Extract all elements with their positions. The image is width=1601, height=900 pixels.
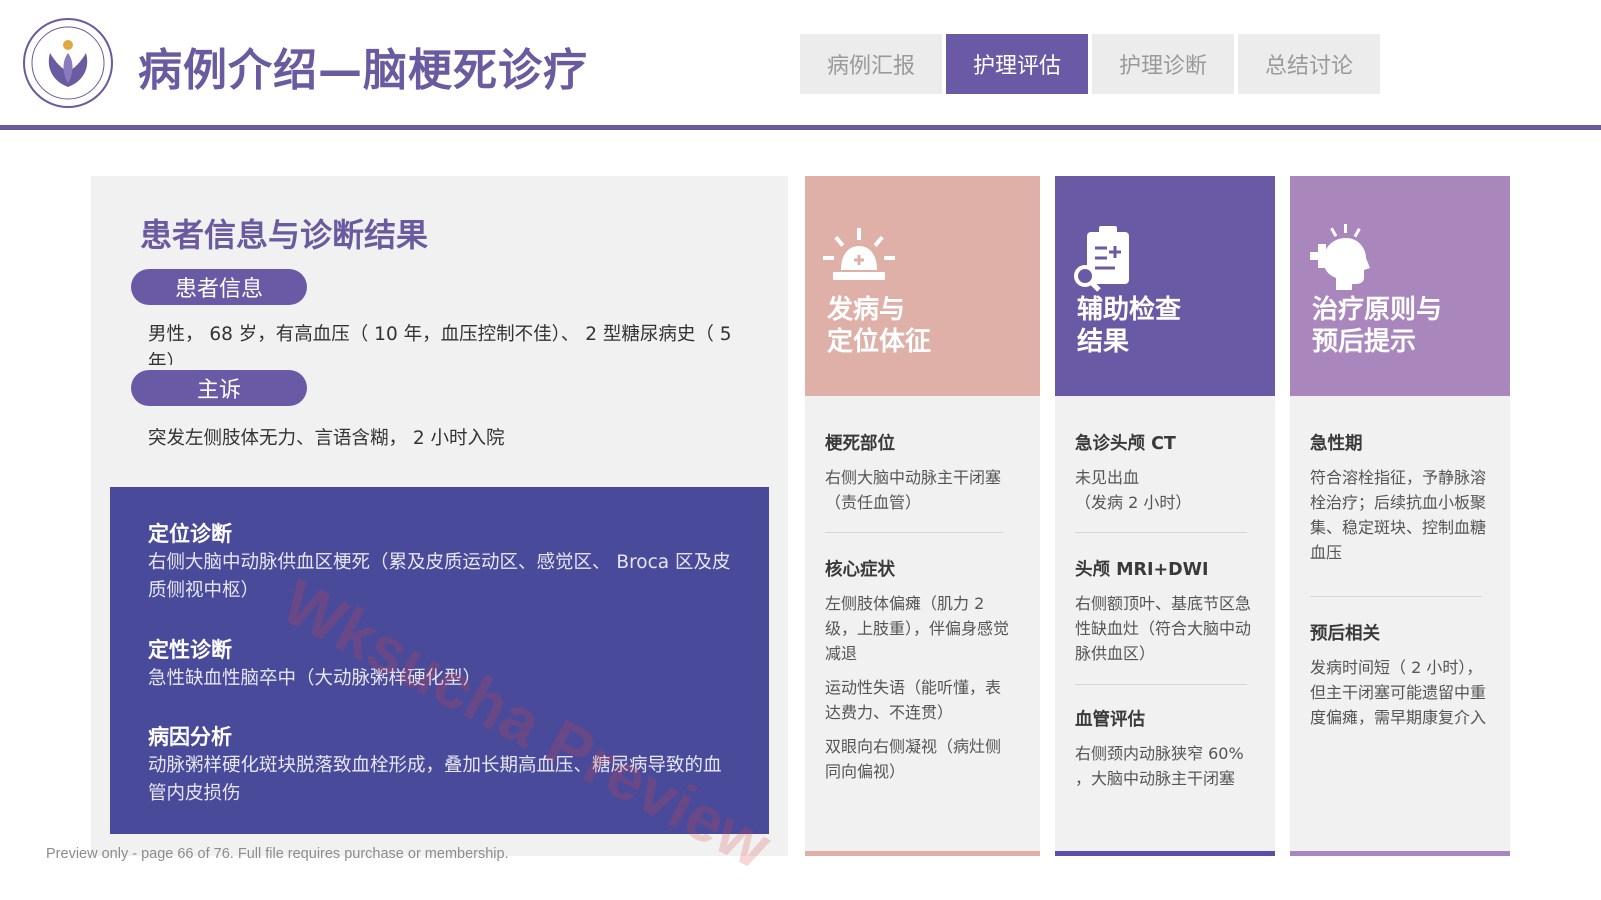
- section-text: 右侧颈内动脉狭窄 60% ，大脑中动脉主干闭塞: [1075, 744, 1244, 788]
- treatment-prognosis-column: 治疗原则与 预后提示 急性期 符合溶栓指征，予静脉溶栓治疗；后续抗血小板聚集、稳…: [1290, 176, 1510, 856]
- preview-footer-note: Preview only - page 66 of 76. Full file …: [46, 846, 509, 862]
- diagnosis-box: 定位诊断 右侧大脑中动脉供血区梗死（累及皮质运动区、感觉区、 Broca 区及皮…: [110, 487, 769, 834]
- section-text: 运动性失语（能听懂，表达费力、不连贯）: [825, 678, 1002, 722]
- section-title: 核心症状: [825, 560, 895, 580]
- diagnosis-title: 病因分析: [148, 725, 232, 749]
- section-divider: [1310, 596, 1482, 597]
- vascular-assessment-section: 血管评估 右侧颈内动脉狭窄 60% ，大脑中动脉主干闭塞: [1075, 708, 1257, 791]
- core-symptoms-section: 核心症状 左侧肢体偏瘫（肌力 2 级，上肢重），伴偏身感觉减退 运动性失语（能听…: [825, 558, 1013, 784]
- section-text: 右侧大脑中动脉主干闭塞（责任血管）: [825, 468, 1002, 512]
- section-text: 左侧肢体偏瘫（肌力 2 级，上肢重），伴偏身感觉减退: [825, 594, 1010, 663]
- section-title: 急性期: [1310, 434, 1363, 454]
- diagnosis-item-etiology: 病因分析 动脉粥样硬化斑块脱落致血栓形成，叠加长期高血压、糖尿病导致的血管内皮损…: [148, 722, 738, 808]
- diagnosis-text: 急性缺血性脑卒中（大动脉粥样硬化型）: [148, 668, 482, 689]
- diagnosis-text: 动脉粥样硬化斑块脱落致血栓形成，叠加长期高血压、糖尿病导致的血管内皮损伤: [148, 755, 722, 804]
- column-title: 发病与 定位体征: [827, 295, 932, 357]
- patient-section-title: 患者信息与诊断结果: [140, 216, 429, 254]
- patient-info-badge: 患者信息: [131, 269, 307, 305]
- tab-summary-discussion[interactable]: 总结讨论: [1238, 34, 1380, 94]
- diagnosis-text: 右侧大脑中动脉供血区梗死（累及皮质运动区、感觉区、 Broca 区及皮质侧视中枢…: [148, 552, 731, 601]
- section-text: 右侧额顶叶、基底节区急性缺血灶（符合大脑中动脉供血区）: [1075, 594, 1252, 663]
- diagnosis-item-nature: 定性诊断 急性缺血性脑卒中（大动脉粥样硬化型）: [148, 635, 738, 693]
- infarct-site-section: 梗死部位 右侧大脑中动脉主干闭塞（责任血管）: [825, 432, 1013, 515]
- ct-section: 急诊头颅 CT 未见出血 （发病 2 小时）: [1075, 432, 1257, 515]
- alarm-siren-icon: [821, 224, 897, 294]
- section-text: 符合溶栓指征，予静脉溶栓治疗；后续抗血小板聚集、稳定斑块、控制血糖血压: [1310, 468, 1487, 562]
- patient-info-text: 男性， 68 岁，有高血压（ 10 年，血压控制不佳）、 2 型糖尿病史（ 5 …: [148, 324, 732, 365]
- tab-nursing-assessment[interactable]: 护理评估: [946, 34, 1088, 94]
- diagnosis-title: 定位诊断: [148, 522, 232, 546]
- section-divider: [1075, 532, 1247, 533]
- section-title: 头颅 MRI+DWI: [1075, 560, 1209, 580]
- mri-section: 头颅 MRI+DWI 右侧额顶叶、基底节区急性缺血灶（符合大脑中动脉供血区）: [1075, 558, 1257, 666]
- patient-info-panel: 患者信息与诊断结果 患者信息 男性， 68 岁，有高血压（ 10 年，血压控制不…: [91, 176, 788, 856]
- page-title: 病例介绍—脑梗死诊疗: [138, 45, 588, 96]
- acute-phase-section: 急性期 符合溶栓指征，予静脉溶栓治疗；后续抗血小板聚集、稳定斑块、控制血糖血压: [1310, 432, 1492, 565]
- diagnosis-item-location: 定位诊断 右侧大脑中动脉供血区梗死（累及皮质运动区、感觉区、 Broca 区及皮…: [148, 519, 738, 605]
- column-bottom-bar: [1055, 851, 1275, 856]
- section-text: 未见出血 （发病 2 小时）: [1075, 468, 1192, 512]
- onset-signs-column: 发病与 定位体征 梗死部位 右侧大脑中动脉主干闭塞（责任血管） 核心症状 左侧肢…: [805, 176, 1040, 856]
- section-title: 血管评估: [1075, 710, 1145, 730]
- column-bottom-bar: [805, 851, 1040, 856]
- section-title: 梗死部位: [825, 434, 895, 454]
- section-text: 发病时间短（ 2 小时），但主干闭塞可能遗留中重度偏瘫，需早期康复介入: [1310, 658, 1487, 727]
- column-header: 治疗原则与 预后提示: [1290, 176, 1510, 396]
- head-medical-cross-icon: [1306, 224, 1382, 294]
- medical-clipboard-search-icon: [1071, 224, 1147, 294]
- column-title: 治疗原则与 预后提示: [1312, 295, 1443, 357]
- header-divider: [0, 125, 1601, 130]
- column-header: 辅助检查 结果: [1055, 176, 1275, 396]
- auxiliary-exam-column: 辅助检查 结果 急诊头颅 CT 未见出血 （发病 2 小时） 头颅 MRI+DW…: [1055, 176, 1275, 856]
- column-bottom-bar: [1290, 851, 1510, 856]
- prognosis-section: 预后相关 发病时间短（ 2 小时），但主干闭塞可能遗留中重度偏瘫，需早期康复介入: [1310, 622, 1492, 730]
- column-title: 辅助检查 结果: [1077, 295, 1182, 357]
- section-text: 双眼向右侧凝视（病灶侧同向偏视）: [825, 737, 1002, 781]
- hospital-lotus-logo-icon: [22, 17, 114, 109]
- section-title: 预后相关: [1310, 624, 1380, 644]
- column-header: 发病与 定位体征: [805, 176, 1040, 396]
- tab-nursing-diagnosis[interactable]: 护理诊断: [1092, 34, 1234, 94]
- section-divider: [1075, 684, 1247, 685]
- section-divider: [825, 532, 1003, 533]
- tab-case-report[interactable]: 病例汇报: [800, 34, 942, 94]
- chief-complaint-badge: 主诉: [131, 370, 307, 406]
- chief-complaint-text: 突发左侧肢体无力、言语含糊， 2 小时入院: [148, 428, 505, 449]
- section-title: 急诊头颅 CT: [1075, 434, 1176, 454]
- diagnosis-title: 定性诊断: [148, 638, 232, 662]
- nav-tabs: 病例汇报 护理评估 护理诊断 总结讨论: [800, 34, 1380, 94]
